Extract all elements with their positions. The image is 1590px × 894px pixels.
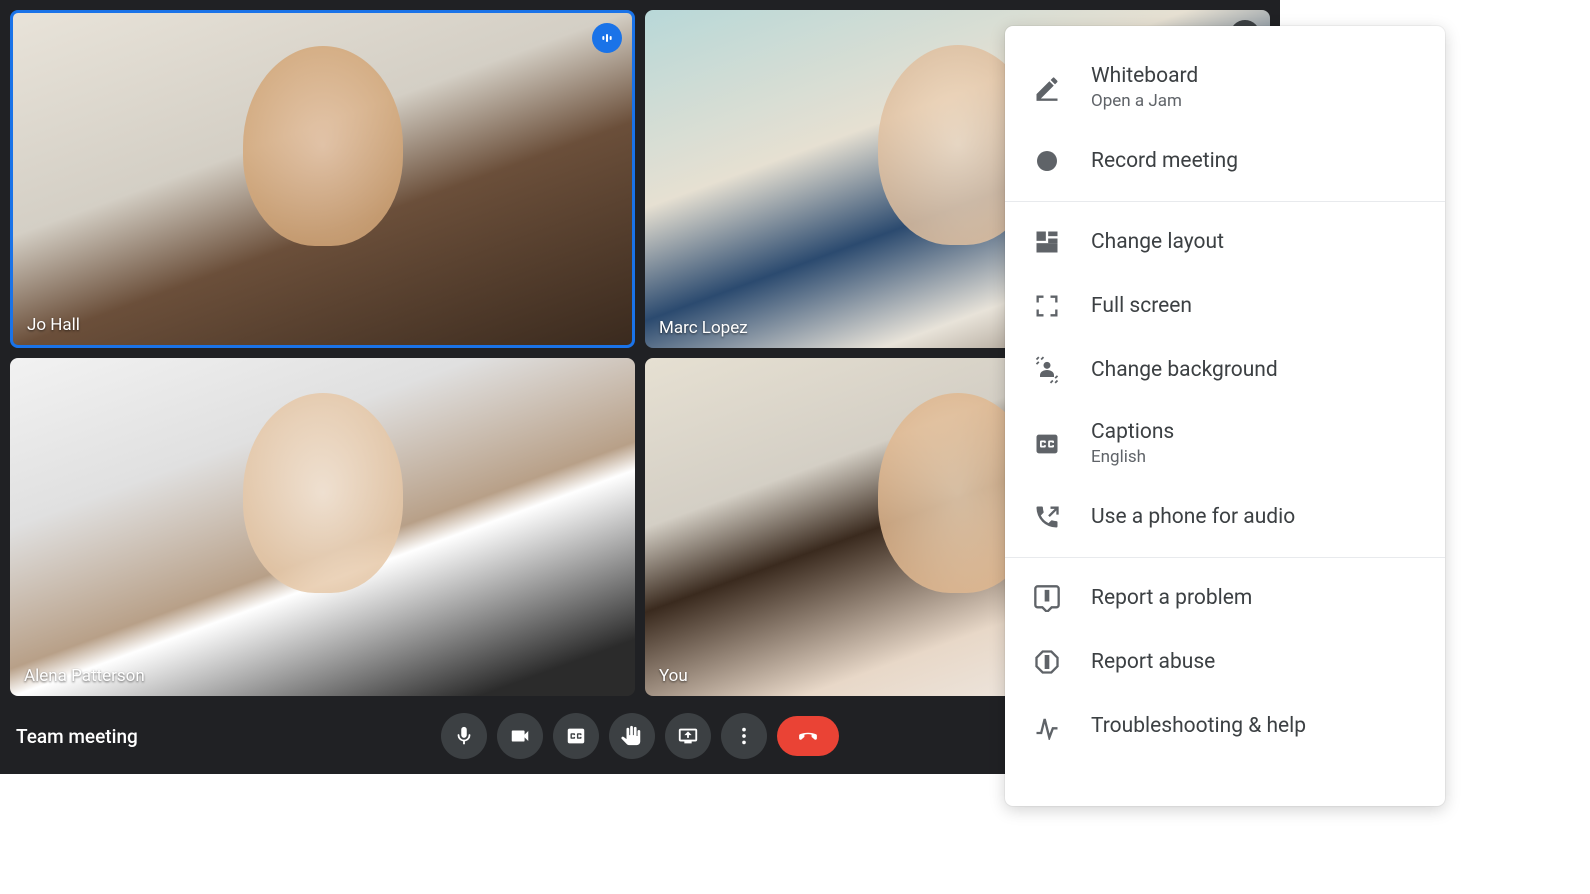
menu-item-whiteboard[interactable]: Whiteboard Open a Jam bbox=[1005, 46, 1445, 129]
menu-divider bbox=[1005, 201, 1445, 202]
menu-item-text: Change background bbox=[1091, 358, 1421, 383]
report-problem-icon bbox=[1033, 584, 1061, 612]
raise-hand-button[interactable] bbox=[609, 713, 655, 759]
menu-title: Use a phone for audio bbox=[1091, 505, 1421, 530]
raise-hand-icon bbox=[621, 725, 643, 747]
present-icon bbox=[677, 725, 699, 747]
participant-tile-jo-hall[interactable]: Jo Hall bbox=[10, 10, 635, 348]
menu-divider bbox=[1005, 557, 1445, 558]
toggle-captions-button[interactable] bbox=[553, 713, 599, 759]
menu-item-text: Troubleshooting & help bbox=[1091, 714, 1421, 739]
menu-item-change-layout[interactable]: Change layout bbox=[1005, 210, 1445, 274]
menu-title: Change layout bbox=[1091, 230, 1421, 255]
more-options-menu: Whiteboard Open a Jam Record meeting Cha… bbox=[1005, 26, 1445, 806]
controls-group bbox=[441, 713, 839, 759]
menu-item-text: Record meeting bbox=[1091, 149, 1421, 174]
menu-title: Captions bbox=[1091, 420, 1421, 445]
menu-title: Report a problem bbox=[1091, 586, 1421, 611]
captions-icon bbox=[565, 725, 587, 747]
participant-name-label: Jo Hall bbox=[27, 315, 80, 335]
menu-item-text: Report abuse bbox=[1091, 650, 1421, 675]
mic-icon bbox=[453, 725, 475, 747]
more-options-button[interactable] bbox=[721, 713, 767, 759]
menu-item-phone-audio[interactable]: Use a phone for audio bbox=[1005, 485, 1445, 549]
report-abuse-icon bbox=[1033, 648, 1061, 676]
menu-item-text: Use a phone for audio bbox=[1091, 505, 1421, 530]
hangup-button[interactable] bbox=[777, 716, 839, 756]
menu-item-report-problem[interactable]: Report a problem bbox=[1005, 566, 1445, 630]
participant-name-label: You bbox=[659, 666, 688, 686]
phone-audio-icon bbox=[1033, 503, 1061, 531]
menu-subtitle: English bbox=[1091, 447, 1421, 467]
menu-item-text: Report a problem bbox=[1091, 586, 1421, 611]
troubleshooting-icon bbox=[1033, 712, 1061, 740]
menu-item-text: Change layout bbox=[1091, 230, 1421, 255]
hangup-icon bbox=[795, 723, 821, 749]
menu-title: Record meeting bbox=[1091, 149, 1421, 174]
camera-icon bbox=[509, 725, 531, 747]
menu-title: Full screen bbox=[1091, 294, 1421, 319]
menu-subtitle: Open a Jam bbox=[1091, 91, 1421, 111]
menu-item-report-abuse[interactable]: Report abuse bbox=[1005, 630, 1445, 694]
layout-icon bbox=[1033, 228, 1061, 256]
menu-item-text: Whiteboard Open a Jam bbox=[1091, 64, 1421, 111]
participant-name-label: Marc Lopez bbox=[659, 318, 748, 338]
menu-item-text: Full screen bbox=[1091, 294, 1421, 319]
menu-title: Troubleshooting & help bbox=[1091, 714, 1421, 739]
menu-item-fullscreen[interactable]: Full screen bbox=[1005, 274, 1445, 338]
menu-title: Report abuse bbox=[1091, 650, 1421, 675]
speaking-indicator-icon bbox=[592, 23, 622, 53]
whiteboard-icon bbox=[1033, 74, 1061, 102]
change-background-icon bbox=[1033, 356, 1061, 384]
present-screen-button[interactable] bbox=[665, 713, 711, 759]
menu-item-captions[interactable]: Captions English bbox=[1005, 402, 1445, 485]
meeting-name-label: Team meeting bbox=[16, 725, 138, 748]
participant-video bbox=[243, 46, 403, 246]
menu-title: Change background bbox=[1091, 358, 1421, 383]
menu-item-text: Captions English bbox=[1091, 420, 1421, 467]
menu-title: Whiteboard bbox=[1091, 64, 1421, 89]
toggle-mic-button[interactable] bbox=[441, 713, 487, 759]
menu-item-record[interactable]: Record meeting bbox=[1005, 129, 1445, 193]
menu-item-change-background[interactable]: Change background bbox=[1005, 338, 1445, 402]
menu-item-troubleshooting[interactable]: Troubleshooting & help bbox=[1005, 694, 1445, 758]
participant-tile-alena-patterson[interactable]: Alena Patterson bbox=[10, 358, 635, 696]
record-icon bbox=[1033, 147, 1061, 175]
captions-icon bbox=[1033, 430, 1061, 458]
fullscreen-icon bbox=[1033, 292, 1061, 320]
more-vert-icon bbox=[733, 725, 755, 747]
participant-name-label: Alena Patterson bbox=[24, 666, 145, 686]
toggle-camera-button[interactable] bbox=[497, 713, 543, 759]
participant-video bbox=[243, 393, 403, 593]
